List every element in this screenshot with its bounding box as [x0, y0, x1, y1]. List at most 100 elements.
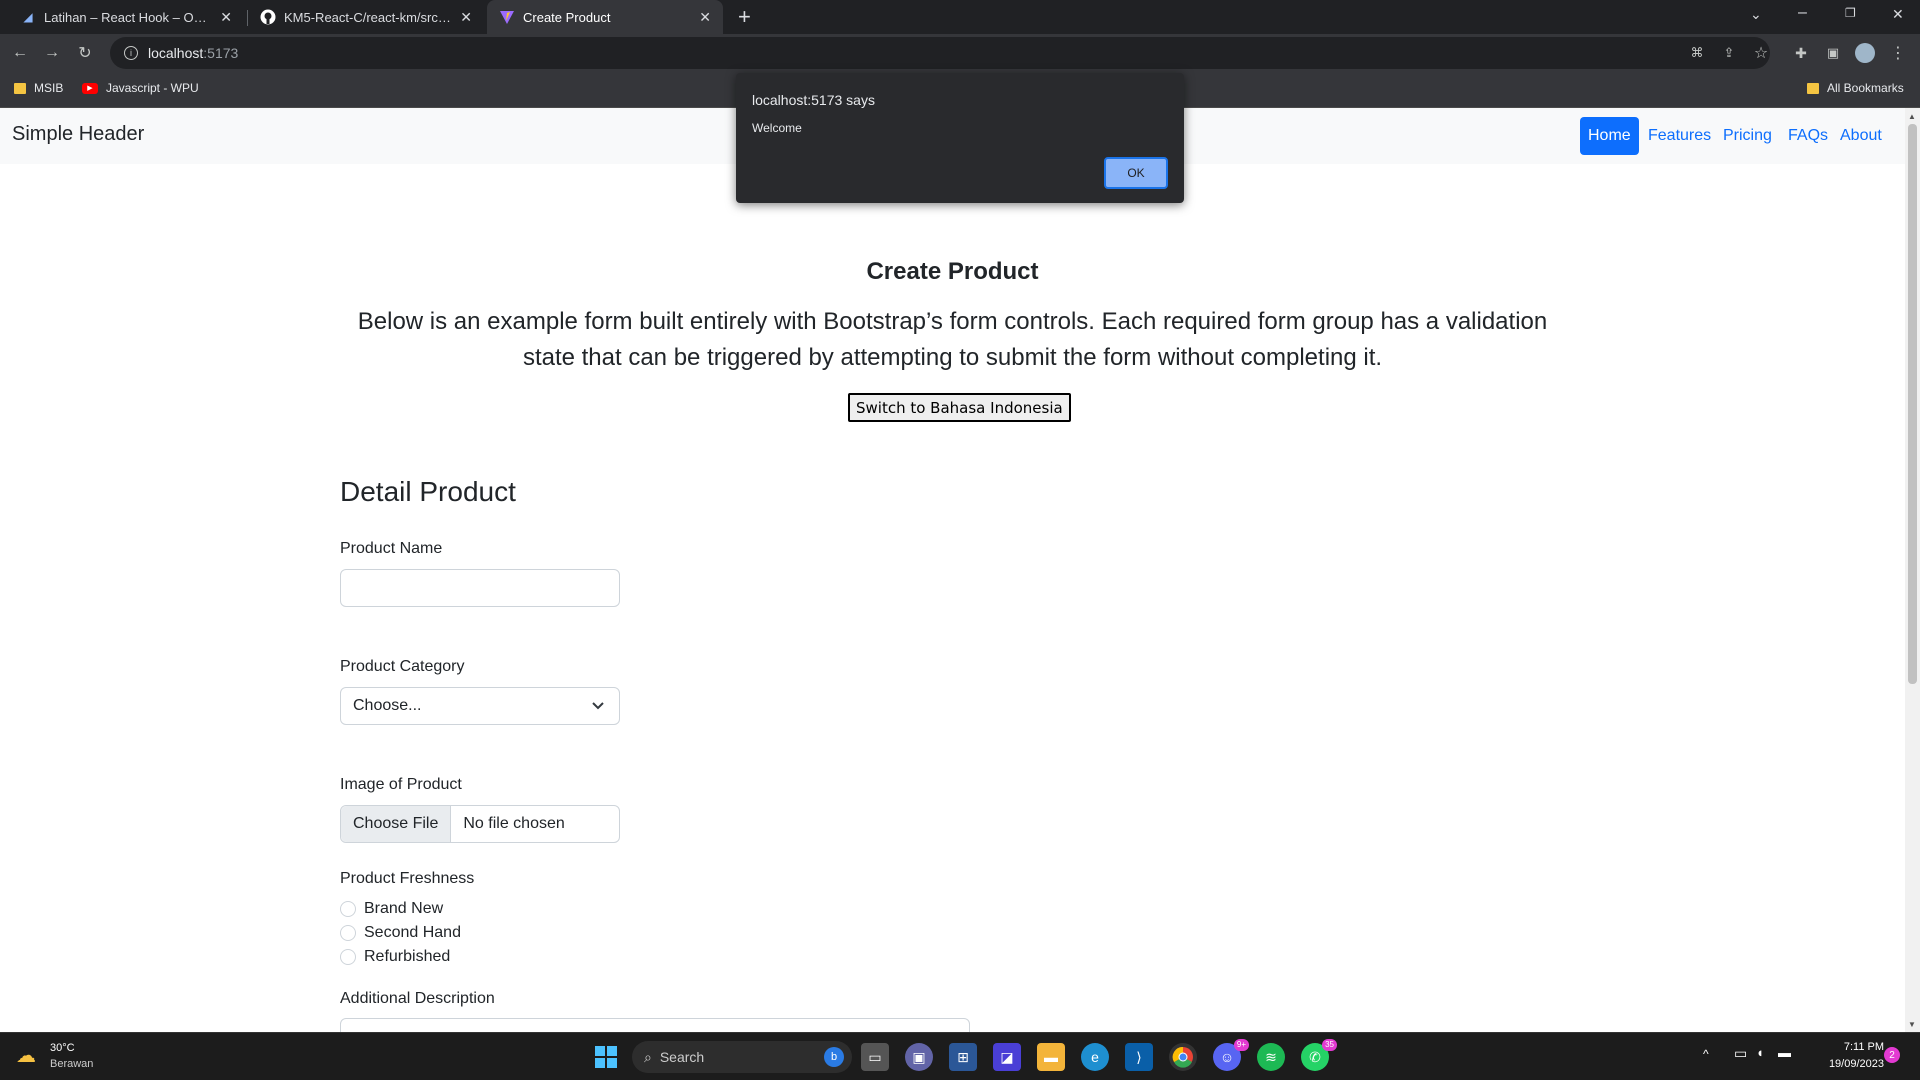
address-bar[interactable]: i localhost:5173: [110, 37, 1770, 69]
app-icon[interactable]: ◪: [993, 1043, 1021, 1071]
vite-icon: [499, 9, 515, 25]
translate-icon[interactable]: ⌘: [1685, 41, 1709, 65]
radio-circle[interactable]: [340, 901, 356, 917]
minimize-icon[interactable]: –: [1798, 4, 1807, 22]
site-info-icon[interactable]: i: [124, 46, 138, 60]
restore-icon[interactable]: ❐: [1845, 6, 1856, 20]
new-tab-icon[interactable]: +: [738, 4, 751, 30]
product-category-select[interactable]: Choose...: [340, 687, 620, 725]
product-category-label: Product Category: [340, 658, 465, 675]
radio-second-hand[interactable]: Second Hand: [340, 924, 461, 942]
scroll-down-icon[interactable]: ▼: [1908, 1020, 1916, 1029]
alert-dialog: localhost:5173 says Welcome OK: [736, 73, 1184, 203]
bookmark-star-icon[interactable]: ☆: [1749, 41, 1773, 65]
bookmark-msib[interactable]: MSIB: [14, 81, 63, 95]
url-host: localhost: [148, 45, 204, 61]
windows-start-icon[interactable]: [592, 1043, 620, 1071]
ok-button[interactable]: OK: [1104, 157, 1168, 189]
page-title: Create Product: [866, 258, 1039, 285]
switch-language-button[interactable]: Switch to Bahasa Indonesia: [848, 393, 1071, 422]
tab-create-product[interactable]: Create Product ✕: [487, 0, 723, 34]
image-file-input[interactable]: Choose File No file chosen: [340, 805, 620, 843]
vscode-icon[interactable]: ⟩: [1125, 1043, 1153, 1071]
github-icon: [260, 9, 276, 25]
radio-circle[interactable]: [340, 949, 356, 965]
product-name-input[interactable]: [340, 569, 620, 607]
taskbar-search[interactable]: ⌕ Search b: [632, 1041, 852, 1073]
weather-desc[interactable]: Berawan: [50, 1058, 93, 1070]
nav-faqs[interactable]: FAQs: [1780, 117, 1836, 155]
extensions-icon[interactable]: ✚: [1789, 41, 1813, 65]
file-explorer-icon[interactable]: ▬: [1037, 1043, 1065, 1071]
edge-icon[interactable]: e: [1081, 1043, 1109, 1071]
scrollbar-thumb[interactable]: [1908, 124, 1917, 684]
bing-icon[interactable]: b: [824, 1047, 844, 1067]
chrome-icon[interactable]: [1169, 1043, 1197, 1071]
share-icon[interactable]: ⇪: [1717, 41, 1741, 65]
close-icon[interactable]: ✕: [220, 9, 232, 26]
folder-icon: [14, 82, 26, 94]
no-file-text: No file chosen: [463, 815, 565, 832]
tab-latihan[interactable]: ◢ Latihan – React Hook – ONE by Alterra …: [8, 0, 244, 34]
weather-temp[interactable]: 30°C: [50, 1042, 75, 1054]
tab-github[interactable]: KM5-React-C/react-km/src/pages ✕: [248, 0, 484, 34]
discord-badge: 9+: [1233, 1039, 1249, 1051]
menu-icon[interactable]: ⋮: [1886, 41, 1910, 65]
description-textarea[interactable]: [340, 1018, 970, 1032]
nav-home[interactable]: Home: [1580, 117, 1639, 155]
battery-icon[interactable]: ▬: [1778, 1045, 1791, 1060]
volume-icon[interactable]: ◖: [1756, 1045, 1764, 1060]
store-icon[interactable]: ⊞: [949, 1043, 977, 1071]
tray-chevron-up-icon[interactable]: ^: [1703, 1047, 1709, 1061]
radio-circle[interactable]: [340, 925, 356, 941]
image-label: Image of Product: [340, 776, 462, 793]
clock-date[interactable]: 19/09/2023: [1808, 1058, 1884, 1070]
hero-lead-line-2: state that can be triggered by attemptin…: [522, 344, 1383, 371]
search-icon: ⌕: [644, 1048, 652, 1065]
whatsapp-badge: 35: [1322, 1039, 1337, 1051]
scroll-up-icon[interactable]: ▲: [1908, 112, 1916, 121]
description-label: Additional Description: [340, 990, 495, 1007]
notification-badge[interactable]: 2: [1884, 1047, 1900, 1063]
freshness-label: Product Freshness: [340, 870, 475, 887]
product-name-label: Product Name: [340, 540, 443, 557]
page-scrollbar[interactable]: ▲ ▼: [1905, 108, 1920, 1032]
task-view-icon[interactable]: ▭: [861, 1043, 889, 1071]
bookmark-javascript-wpu[interactable]: ▶ Javascript - WPU: [82, 81, 199, 95]
weather-icon[interactable]: ☁: [16, 1043, 36, 1068]
brand[interactable]: Simple Header: [12, 123, 144, 146]
taskbar: ☁ 30°C Berawan ⌕ Search b ▭ ▣ ⊞ ◪ ▬ e ⟩ …: [0, 1032, 1920, 1080]
nav-features[interactable]: Features: [1640, 117, 1719, 155]
dialog-message: Welcome: [752, 121, 802, 135]
forward-icon[interactable]: →: [40, 41, 64, 65]
alterra-icon: ◢: [23, 10, 33, 24]
nav-pricing[interactable]: Pricing: [1715, 117, 1780, 155]
whatsapp-icon[interactable]: ✆ 35: [1301, 1039, 1337, 1071]
category-selected: Choose...: [353, 697, 422, 714]
dialog-title: localhost:5173 says: [752, 92, 875, 108]
youtube-icon: ▶: [82, 82, 98, 94]
radio-brand-new[interactable]: Brand New: [340, 900, 443, 918]
close-icon[interactable]: ✕: [699, 9, 711, 26]
spotify-icon[interactable]: ≋: [1257, 1043, 1285, 1071]
teams-chat-icon[interactable]: ▣: [905, 1043, 933, 1071]
discord-icon[interactable]: ☺ 9+: [1213, 1039, 1249, 1071]
hero-lead: Below is an example form built entirely …: [340, 304, 1565, 376]
reload-icon[interactable]: ↻: [73, 41, 97, 65]
side-panel-icon[interactable]: ▣: [1821, 41, 1845, 65]
clock-time[interactable]: 7:11 PM: [1808, 1041, 1884, 1053]
url-port: :5173: [203, 45, 239, 61]
close-window-icon[interactable]: ✕: [1892, 6, 1904, 23]
radio-refurbished[interactable]: Refurbished: [340, 948, 450, 966]
tab-strip: ◢ Latihan – React Hook – ONE by Alterra …: [0, 0, 1920, 34]
avatar[interactable]: [1853, 41, 1877, 65]
network-icon[interactable]: ▭: [1734, 1045, 1747, 1062]
tab-search-icon[interactable]: ⌄: [1750, 6, 1762, 23]
back-icon[interactable]: ←: [8, 41, 32, 65]
browser-toolbar: ← → ↻ i localhost:5173 ⌘ ⇪ ☆ ✚ ▣ ⋮: [0, 34, 1920, 72]
all-bookmarks[interactable]: All Bookmarks: [1807, 81, 1904, 95]
close-icon[interactable]: ✕: [460, 9, 472, 26]
choose-file-button[interactable]: Choose File: [341, 806, 452, 842]
nav-about[interactable]: About: [1832, 117, 1890, 155]
folder-icon: [1807, 82, 1819, 94]
